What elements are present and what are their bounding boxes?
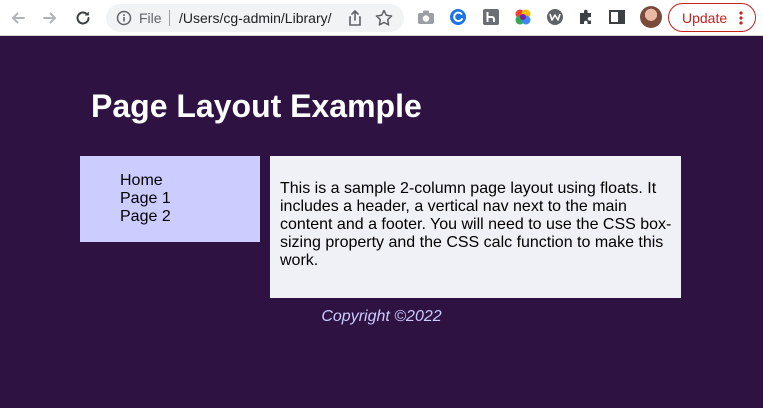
h-extension[interactable]	[481, 7, 501, 27]
extension-h-icon	[483, 9, 499, 25]
info-icon[interactable]	[116, 10, 132, 26]
camera-extension[interactable]	[416, 7, 436, 27]
extension-color-icon	[515, 9, 531, 25]
side-nav: Home Page 1 Page 2	[80, 156, 260, 242]
kebab-menu-icon	[739, 11, 743, 25]
side-panel-button[interactable]	[607, 7, 627, 27]
update-button[interactable]: Update	[668, 3, 756, 32]
forward-arrow-icon	[43, 12, 56, 24]
back-button[interactable]	[6, 6, 30, 30]
color-extension[interactable]	[513, 7, 533, 27]
sidebar-icon	[609, 10, 625, 24]
reload-icon	[76, 11, 90, 25]
reload-button[interactable]	[71, 6, 95, 30]
file-label: File	[139, 10, 162, 26]
nav-item-page-2[interactable]: Page 2	[120, 208, 171, 226]
url-text[interactable]: /Users/cg-admin/Library/	[179, 10, 339, 26]
nav-item-page-1[interactable]: Page 1	[120, 190, 171, 208]
extension-blue-circle-icon	[450, 9, 466, 25]
address-separator	[169, 10, 170, 26]
star-icon[interactable]	[374, 8, 394, 28]
w-extension[interactable]	[545, 7, 565, 27]
nav-list: Home Page 1 Page 2	[120, 172, 171, 226]
share-icon[interactable]	[346, 9, 364, 27]
address-bar[interactable]: File /Users/cg-admin/Library/	[106, 4, 404, 32]
footer: Copyright ©2022	[0, 308, 763, 326]
puzzle-icon	[580, 9, 591, 24]
copyright-text: Copyright ©2022	[321, 308, 442, 325]
main-paragraph: This is a sample 2-column page layout us…	[280, 180, 672, 269]
back-arrow-icon	[12, 12, 25, 24]
avatar[interactable]	[640, 6, 662, 28]
extension-w-icon	[547, 9, 563, 25]
nav-item-home[interactable]: Home	[120, 172, 171, 190]
page-title: Page Layout Example	[91, 88, 422, 124]
extensions-button[interactable]	[576, 7, 596, 27]
forward-button[interactable]	[38, 6, 62, 30]
blue-circle-extension[interactable]	[448, 7, 468, 27]
browser-toolbar: File /Users/cg-admin/Library/ Update	[0, 0, 763, 36]
camera-icon	[418, 10, 434, 24]
update-label: Update	[682, 10, 728, 26]
main-content: This is a sample 2-column page layout us…	[270, 156, 681, 298]
